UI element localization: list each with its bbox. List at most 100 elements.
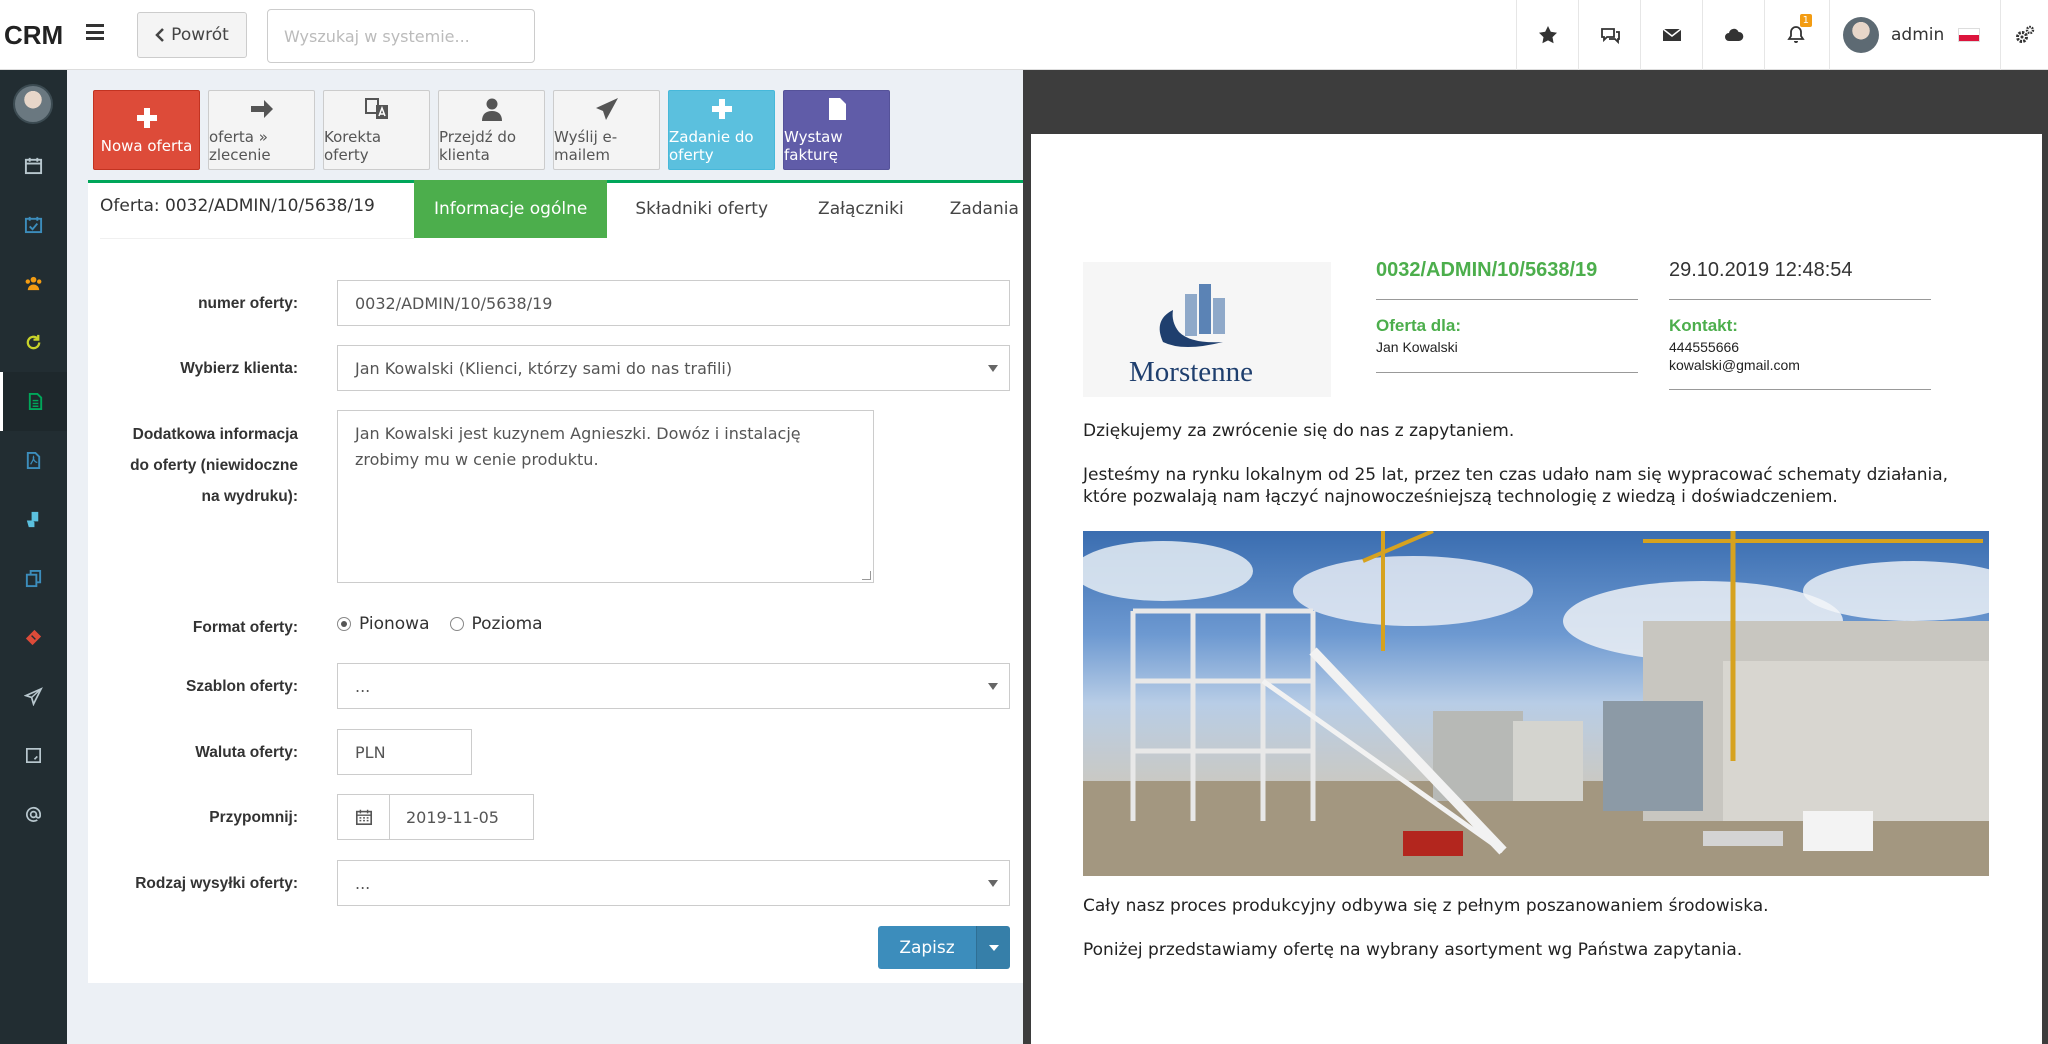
arrow-right-icon	[250, 100, 273, 118]
resize-handle-icon[interactable]	[862, 571, 871, 580]
offer-toolbar: Nowa oferta oferta » zlecenie Korekta of…	[93, 90, 890, 170]
sidebar-item-copies[interactable]	[0, 549, 67, 608]
divider	[1669, 389, 1931, 390]
client-value: Jan Kowalski (Klienci, którzy sami do na…	[355, 358, 733, 378]
sidebar-item-invoices[interactable]	[0, 431, 67, 490]
format-portrait-radio[interactable]	[337, 617, 351, 631]
currency-value: PLN	[355, 742, 386, 762]
template-value: ...	[355, 676, 371, 696]
template-select[interactable]: ...	[337, 663, 1010, 709]
client-label: Wybierz klienta:	[180, 360, 298, 377]
sidebar-item-documents[interactable]	[0, 490, 67, 549]
search-input[interactable]	[267, 9, 535, 63]
sidebar-item-calendar[interactable]	[0, 136, 67, 195]
back-button[interactable]: Powrót	[137, 12, 247, 58]
new-offer-button[interactable]: Nowa oferta	[93, 90, 200, 170]
user-menu[interactable]: admin	[1829, 0, 2000, 70]
cloud-icon	[1724, 28, 1743, 41]
preview-paragraph-2: Jesteśmy na rynku lokalnym od 25 lat, pr…	[1083, 465, 1949, 507]
go-to-client-label: Przejdź do klienta	[439, 128, 517, 164]
send-email-button[interactable]: Wyślij e-mailem	[553, 90, 660, 170]
tab-general-info[interactable]: Informacje ogólne	[414, 180, 608, 238]
divider	[1669, 299, 1931, 300]
new-offer-label: Nowa oferta	[100, 137, 193, 155]
preview-paragraph-1: Dziękujemy za zwrócenie się do nas z zap…	[1083, 421, 1515, 441]
users-icon	[25, 276, 42, 291]
sidebar-item-tickets[interactable]	[0, 608, 67, 667]
offer-tabs: Informacje ogólne Składniki oferty Załąc…	[414, 180, 1041, 238]
copy-icon	[25, 569, 42, 588]
offer-correction-button[interactable]: Korekta oferty	[323, 90, 430, 170]
save-dropdown-toggle[interactable]	[976, 926, 1010, 969]
envelope-icon	[1662, 28, 1681, 41]
favorites-button[interactable]	[1516, 0, 1578, 70]
format-label: Format oferty:	[192, 619, 298, 636]
go-to-client-button[interactable]: Przejdź do klienta	[438, 90, 545, 170]
extra-info-label-line2: do oferty (niewidoczne	[130, 457, 298, 474]
back-button-label: Powrót	[171, 25, 229, 45]
client-select[interactable]: Jan Kowalski (Klienci, którzy sami do na…	[337, 345, 1010, 391]
mail-button[interactable]	[1640, 0, 1702, 70]
calendar-icon[interactable]	[337, 794, 390, 840]
reminder-date-picker[interactable]: 2019-11-05	[337, 794, 534, 840]
divider	[100, 238, 414, 239]
offer-to-order-button[interactable]: oferta » zlecenie	[208, 90, 315, 170]
format-portrait-label: Pionowa	[359, 614, 430, 634]
issue-invoice-label: Wystaw fakturę	[784, 128, 843, 164]
currency-label: Waluta oferty:	[195, 744, 298, 761]
save-button-group: Zapisz	[878, 926, 1010, 969]
construction-site-image	[1083, 531, 1989, 876]
preview-contact-email: kowalski@gmail.com	[1669, 357, 1800, 373]
chevron-down-icon	[988, 365, 998, 372]
offer-to-order-label: oferta » zlecenie	[209, 128, 271, 164]
sidebar-item-offers[interactable]	[0, 372, 67, 431]
paper-plane-icon	[24, 687, 43, 706]
currency-field[interactable]: PLN	[337, 729, 472, 775]
file-text-icon	[28, 392, 42, 411]
divider	[1376, 299, 1638, 300]
notifications-button[interactable]: 1	[1764, 0, 1826, 70]
save-button[interactable]: Zapisz	[878, 926, 976, 969]
shipping-select[interactable]: ...	[337, 860, 1010, 906]
sidebar-item-send[interactable]	[0, 667, 67, 726]
send-email-label: Wyślij e-mailem	[554, 128, 618, 164]
paper-plane-icon	[595, 98, 618, 120]
chat-button[interactable]	[1578, 0, 1640, 70]
preview-paragraph-4: Poniżej przedstawiamy ofertę na wybrany …	[1083, 940, 1743, 960]
gears-icon	[2015, 25, 2034, 43]
menu-toggle-icon[interactable]	[86, 24, 104, 40]
avatar	[1843, 17, 1879, 53]
brand-logo[interactable]: CRM	[4, 20, 63, 51]
offer-task-button[interactable]: Zadanie do oferty	[668, 90, 775, 170]
square-edit-icon	[25, 747, 42, 764]
preview-for-label: Oferta dla:	[1376, 316, 1462, 335]
flag-pl-icon	[1958, 28, 1981, 42]
tab-offer-items[interactable]: Składniki oferty	[607, 180, 796, 238]
chevron-down-icon	[988, 880, 998, 887]
issue-invoice-button[interactable]: Wystaw fakturę	[783, 90, 890, 170]
extra-info-textarea[interactable]: Jan Kowalski jest kuzynem Agnieszki. Dow…	[337, 410, 874, 583]
ticket-icon	[25, 629, 42, 646]
sidebar-item-email[interactable]	[0, 785, 67, 844]
tab-attachments[interactable]: Załączniki	[796, 180, 926, 238]
sidebar-avatar[interactable]	[13, 84, 53, 124]
sidebar-item-refresh[interactable]	[0, 313, 67, 372]
chat-icon	[1600, 28, 1620, 45]
calendar-check-icon	[24, 216, 43, 234]
extra-info-label-line1: Dodatkowa informacja	[132, 426, 298, 443]
username: admin	[1891, 25, 1945, 45]
cloud-button[interactable]	[1702, 0, 1764, 70]
at-icon	[26, 806, 42, 822]
format-landscape-radio[interactable]	[449, 617, 464, 631]
sidebar-item-tasks[interactable]	[0, 195, 67, 254]
user-icon	[481, 98, 502, 121]
chevron-left-icon	[155, 28, 165, 42]
extra-info-value: Jan Kowalski jest kuzynem Agnieszki. Dow…	[355, 424, 801, 469]
sidebar-item-clients[interactable]	[0, 254, 67, 313]
sidebar-item-notes[interactable]	[0, 726, 67, 785]
offer-correction-label: Korekta oferty	[324, 128, 382, 164]
reminder-date-input[interactable]: 2019-11-05	[390, 794, 534, 840]
settings-button[interactable]	[2000, 0, 2048, 70]
translate-icon	[364, 98, 388, 119]
offer-number-field[interactable]: 0032/ADMIN/10/5638/19	[337, 280, 1010, 326]
